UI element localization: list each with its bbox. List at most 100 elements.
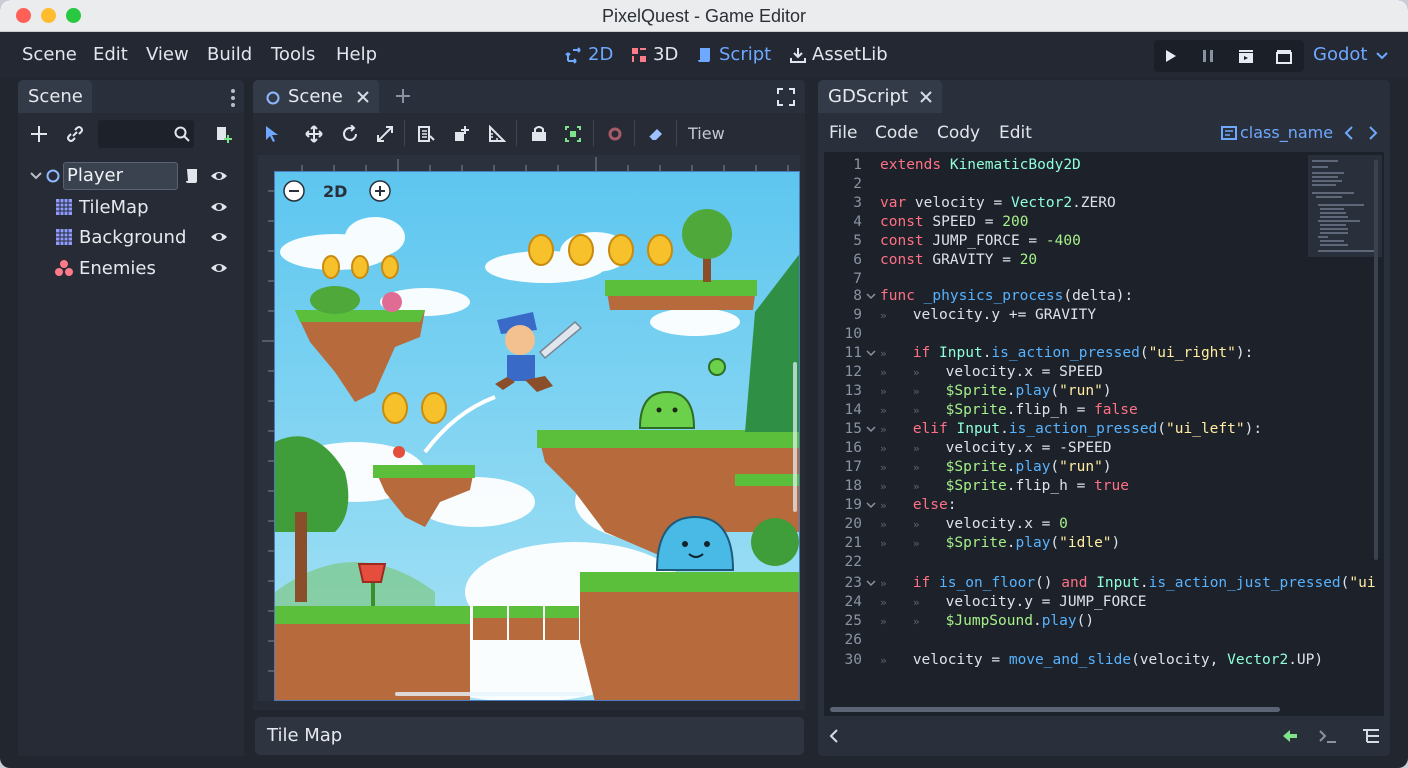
fold-arrow-icon[interactable]	[866, 501, 876, 509]
script-add-icon	[217, 127, 232, 143]
line-number: 17	[844, 459, 862, 475]
close-icon[interactable]	[919, 90, 933, 104]
bottom-panel[interactable]: Tile Map	[255, 717, 804, 755]
menu-scene[interactable]: Scene	[22, 44, 77, 65]
chevron-down-icon[interactable]	[1376, 51, 1388, 61]
fold-arrow-icon[interactable]	[866, 349, 876, 357]
play-button[interactable]	[1160, 46, 1180, 66]
visibility-eye-icon[interactable]	[210, 228, 228, 246]
renderer-select[interactable]: Godot	[1313, 44, 1367, 65]
scene-dock-tab-label: Scene	[28, 86, 83, 107]
code-text: » » $JumpSound.play()	[880, 613, 1095, 629]
code-minimap[interactable]	[1308, 155, 1382, 257]
menu-view[interactable]: View	[146, 44, 189, 65]
game-canvas[interactable]	[274, 171, 800, 701]
cube-3d-icon	[632, 47, 646, 62]
list-tool-button[interactable]	[414, 122, 438, 146]
zoom-level-label[interactable]: 2D	[323, 182, 347, 201]
scene-dock-tab[interactable]: Scene	[18, 80, 92, 113]
visibility-eye-icon[interactable]	[210, 259, 228, 277]
tree-item-background[interactable]: Background	[55, 223, 186, 251]
tree-item-background-label: Background	[79, 226, 187, 248]
mode-3d-button[interactable]: 3D	[630, 44, 678, 65]
skeleton-tool-button[interactable]	[603, 122, 627, 146]
fullscreen-icon[interactable]	[777, 88, 795, 106]
outline-list-icon[interactable]	[1362, 728, 1380, 744]
code-text: » » $Sprite.flip_h = true	[880, 478, 1129, 494]
chevron-left-icon[interactable]	[828, 728, 840, 744]
search-icon	[174, 126, 190, 142]
fold-arrow-icon[interactable]	[866, 579, 876, 587]
tree-item-tilemap[interactable]: TileMap	[55, 193, 149, 221]
rotate-tool-button[interactable]	[338, 122, 362, 146]
line-number: 7	[853, 271, 862, 287]
pause-icon	[1203, 50, 1213, 62]
fold-arrow-icon[interactable]	[866, 292, 876, 300]
menu-help[interactable]: Help	[336, 44, 377, 65]
menu-bar: Scene Edit View Build Tools Help 2D 3D S…	[0, 32, 1408, 78]
mode-script-label: Script	[719, 44, 772, 65]
vertical-ruler	[258, 171, 274, 701]
script-tab[interactable]: GDScript	[818, 80, 942, 113]
visibility-eye-icon[interactable]	[210, 167, 228, 185]
move-tool-button[interactable]	[302, 122, 326, 146]
code-text: » » velocity.y = JUMP_FORCE	[880, 594, 1147, 610]
play-custom-scene-button[interactable]	[1274, 46, 1294, 66]
mode-assetlib-button[interactable]: AssetLib	[789, 44, 888, 65]
mode-2d-button[interactable]: 2D	[565, 44, 613, 65]
chevron-down-icon[interactable]	[30, 171, 42, 181]
toolbar-divider	[516, 120, 517, 146]
terminal-icon[interactable]	[1318, 728, 1338, 744]
viewport-tab[interactable]: Scene	[253, 80, 379, 113]
mode-script-button[interactable]: Script	[696, 44, 771, 65]
line-number: 9	[853, 307, 862, 323]
eraser-tool-button[interactable]	[644, 122, 668, 146]
lock-tool-button[interactable]	[527, 122, 551, 146]
ruler-tool-button[interactable]	[485, 122, 509, 146]
pivot-tool-button[interactable]	[450, 122, 474, 146]
ruler-icon	[489, 125, 506, 142]
chevron-right-icon[interactable]	[1367, 125, 1379, 141]
add-node-button[interactable]	[26, 121, 52, 147]
script-menu-cody[interactable]: Cody	[937, 123, 980, 143]
game-scene-art	[275, 172, 799, 700]
class-name-link[interactable]: class_name	[1240, 123, 1333, 142]
tree-item-player[interactable]: Player	[63, 162, 178, 190]
select-tool-button[interactable]	[260, 122, 284, 146]
play-scene-button[interactable]	[1236, 46, 1256, 66]
view-menu-label[interactable]: Tiew	[688, 124, 725, 143]
attach-script-button[interactable]	[210, 121, 236, 147]
code-horizontal-scrollbar[interactable]	[830, 707, 1280, 712]
line-number: 18	[844, 478, 862, 494]
script-tab-label: GDScript	[828, 86, 909, 107]
zoom-out-icon[interactable]	[283, 180, 305, 202]
menu-tools[interactable]: Tools	[271, 44, 315, 65]
chevron-left-icon[interactable]	[1343, 125, 1355, 141]
pause-button[interactable]	[1198, 46, 1218, 66]
group-tool-button[interactable]	[561, 122, 585, 146]
tree-item-enemies[interactable]: Enemies	[55, 254, 156, 282]
new-tab-plus-icon[interactable]	[395, 88, 411, 104]
menu-build[interactable]: Build	[207, 44, 252, 65]
line-number: 4	[853, 214, 862, 230]
link-icon	[67, 126, 83, 142]
script-menu-code[interactable]: Code	[875, 123, 919, 143]
code-text: » » $Sprite.flip_h = false	[880, 402, 1138, 418]
line-number: 19	[844, 497, 862, 513]
zoom-in-icon[interactable]	[369, 180, 391, 202]
visibility-eye-icon[interactable]	[210, 198, 228, 216]
code-text: » velocity.y += GRAVITY	[880, 307, 1097, 323]
menu-edit[interactable]: Edit	[93, 44, 128, 65]
script-menu-edit[interactable]: Edit	[999, 123, 1032, 143]
close-icon[interactable]	[356, 90, 370, 104]
script-menu-file[interactable]: File	[829, 123, 857, 143]
fold-arrow-icon[interactable]	[866, 425, 876, 433]
line-number: 13	[844, 383, 862, 399]
instance-scene-button[interactable]	[62, 121, 88, 147]
scale-tool-button[interactable]	[373, 122, 397, 146]
code-vertical-scrollbar[interactable]	[1374, 160, 1378, 560]
class-list-icon	[1221, 126, 1237, 140]
script-icon[interactable]	[184, 167, 200, 185]
dock-menu-icon[interactable]	[230, 88, 236, 108]
back-arrow-icon[interactable]	[1281, 728, 1299, 744]
